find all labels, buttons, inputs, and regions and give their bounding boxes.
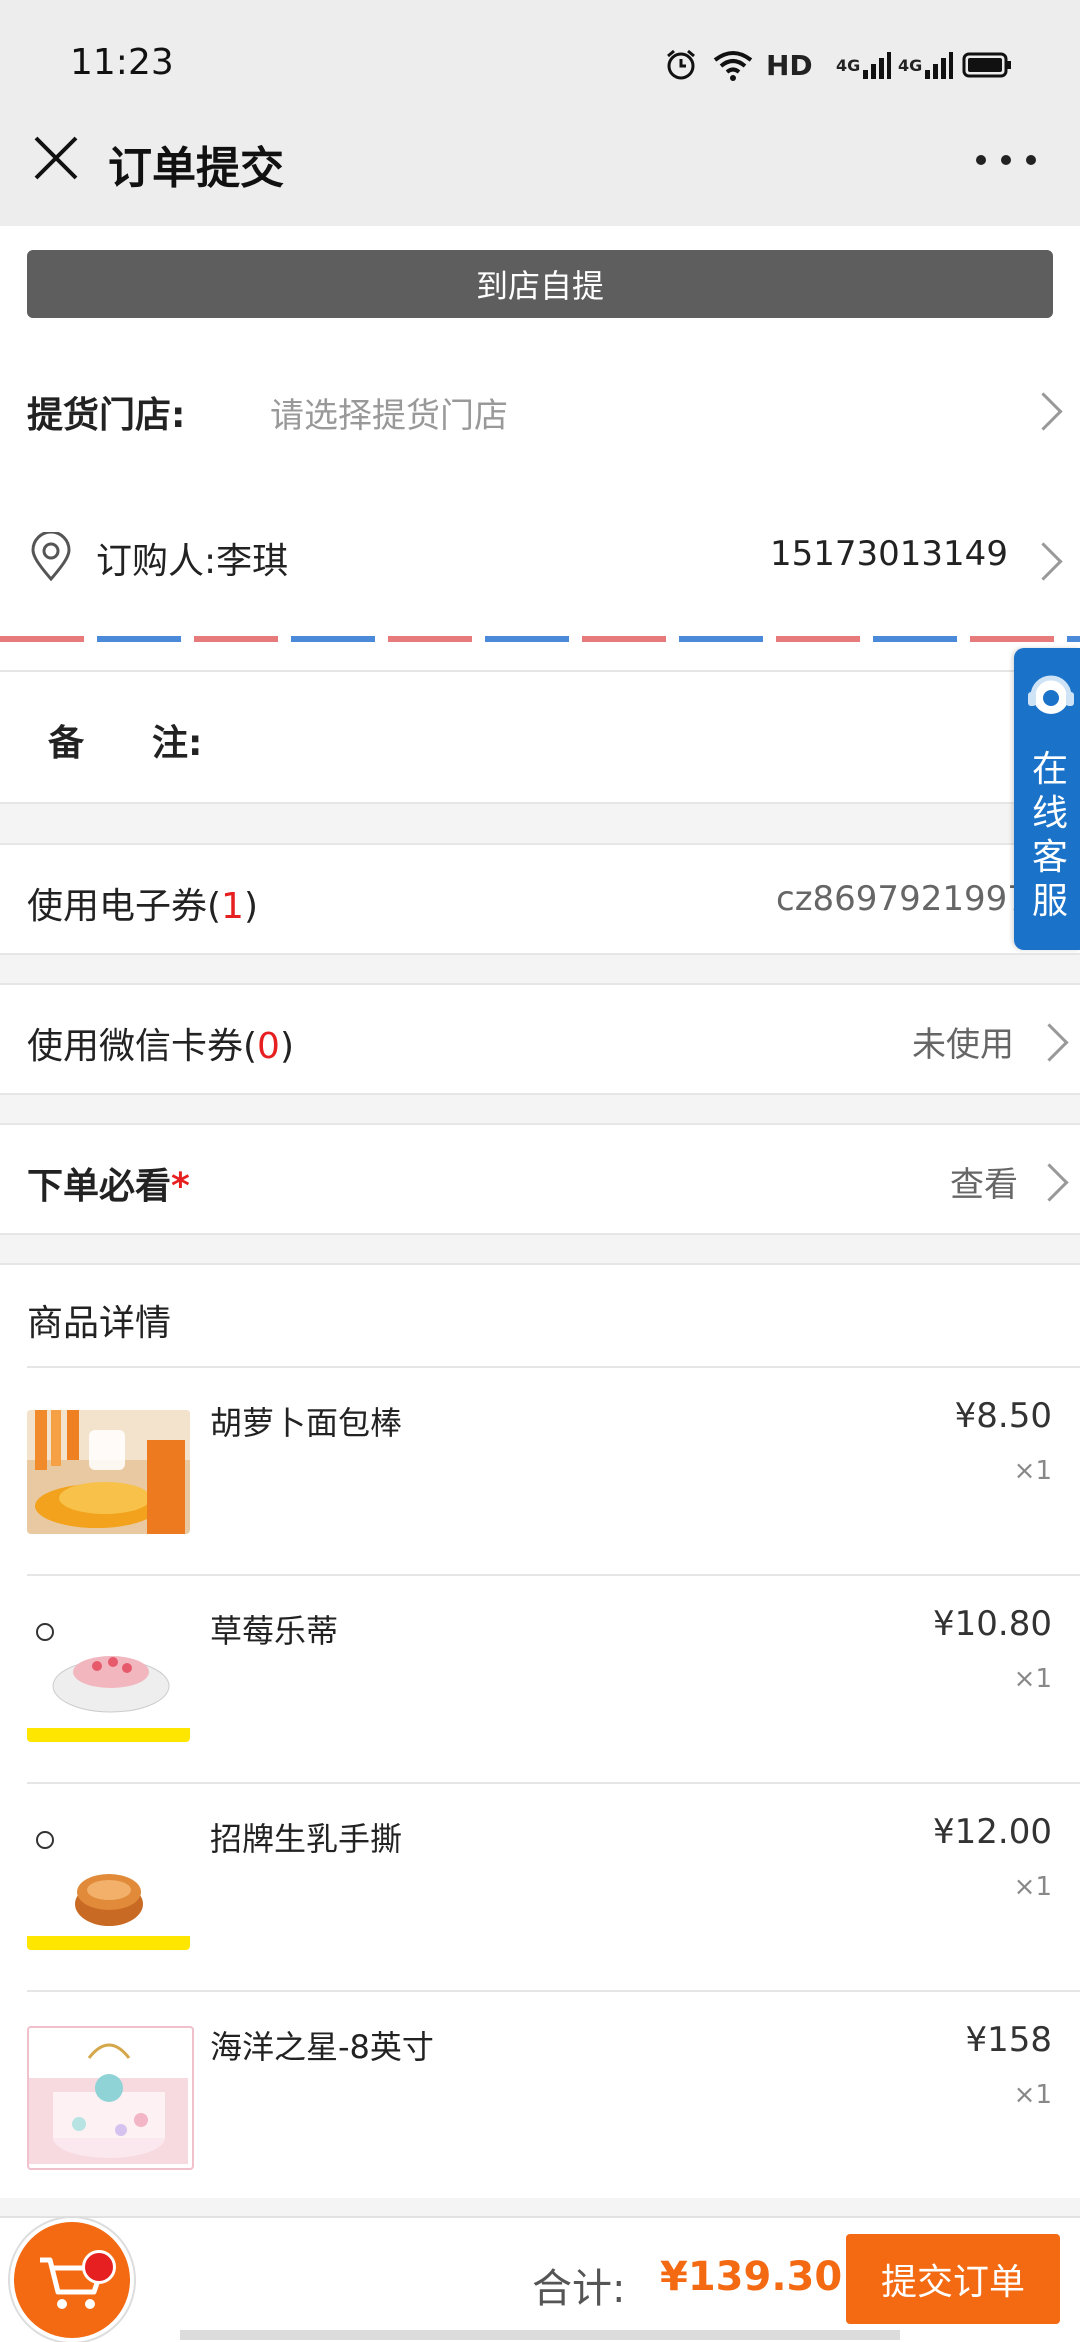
pickup-mode-button[interactable]: 到店自提 [27,250,1053,318]
goods-item[interactable]: 草莓乐蒂 ¥10.80 ×1 [0,1576,1080,1782]
goods-section-title: 商品详情 [27,1303,172,1344]
item-price: ¥8.50 [954,1396,1052,1436]
total-label: 合计: [532,2266,626,2312]
close-icon[interactable] [30,132,82,184]
divider [0,1263,1080,1265]
goods-item[interactable]: 海洋之星-8英寸 ¥158 ×1 [0,1992,1080,2198]
remark-row[interactable]: 备 注: [0,672,1080,802]
item-qty: ×1 [1013,1664,1052,1694]
chevron-right-icon [1024,542,1063,581]
submit-order-button[interactable]: 提交订单 [846,2234,1060,2324]
section-gap [0,804,1080,844]
battery-icon [962,48,1012,82]
section-gap [0,955,1080,983]
store-select-row[interactable]: 提货门店: 请选择提货门店 [0,350,1080,470]
product-image-ocean-star-cake [27,2026,194,2170]
buyer-phone: 15173013149 [770,534,1008,574]
chevron-right-icon [1024,392,1063,431]
wechat-card-label: 使用微信卡券(0) [27,1026,294,1067]
hd-label: HD [766,48,813,82]
alarm-icon [664,48,698,82]
item-price: ¥10.80 [933,1604,1052,1644]
section-gap [0,1235,1080,1263]
buyer-row[interactable]: 订购人:李琪 15173013149 [0,500,1080,610]
wifi-icon [712,48,754,82]
wechat-card-row[interactable]: 使用微信卡券(0) 未使用 [0,985,1080,1093]
buyer-name: 订购人:李琪 [96,541,289,582]
signal-icon-1: 4G [836,48,892,82]
store-placeholder: 请选择提货门店 [270,396,508,436]
online-service-label: 在线客服 [1031,749,1068,922]
e-coupon-row[interactable]: 使用电子券(1) cz8697921997 [0,845,1080,953]
section-gap [0,2198,1080,2216]
total-amount: ¥139.30 [660,2254,843,2300]
section-gap [0,1095,1080,1123]
page-title: 订单提交 [108,143,284,194]
chevron-right-icon [1030,1163,1069,1202]
goods-item[interactable]: 招牌生乳手撕 ¥12.00 ×1 [0,1784,1080,1990]
wechat-card-value: 未使用 [912,1025,1014,1065]
item-name: 草莓乐蒂 [210,1612,339,1650]
item-qty: ×1 [1013,1872,1052,1902]
product-image-strawberry-cake [27,1618,190,1742]
item-price: ¥158 [965,2020,1052,2060]
must-read-row[interactable]: 下单必看* 查看 [0,1125,1080,1233]
item-name: 招牌生乳手撕 [210,1820,403,1858]
item-name: 胡萝卜面包棒 [210,1404,403,1442]
signal-icon-2: 4G [898,48,954,82]
headset-icon [1024,668,1078,732]
must-read-label: 下单必看* [27,1166,190,1207]
product-image-milk-bread [27,1826,190,1950]
remark-label-2: 注: [152,723,203,764]
status-time: 11:23 [70,42,174,83]
must-read-value: 查看 [950,1165,1018,1205]
store-label: 提货门店: [27,395,186,436]
e-coupon-code: cz8697921997 [776,879,1016,919]
e-coupon-label: 使用电子券(1) [27,886,258,927]
goods-item[interactable]: 胡萝卜面包棒 ¥8.50 ×1 [0,1368,1080,1574]
location-pin-icon [28,530,74,586]
more-menu-icon[interactable] [976,140,1036,180]
cart-badge [82,2250,116,2284]
product-image-carrot-bread [27,1410,190,1534]
item-name: 海洋之星-8英寸 [210,2028,434,2066]
chevron-right-icon [1030,1023,1069,1062]
remark-label-1: 备 [48,723,85,764]
airmail-divider [0,636,1080,642]
item-qty: ×1 [1013,2080,1052,2110]
item-price: ¥12.00 [933,1812,1052,1852]
home-indicator [180,2330,900,2340]
item-qty: ×1 [1013,1456,1052,1486]
